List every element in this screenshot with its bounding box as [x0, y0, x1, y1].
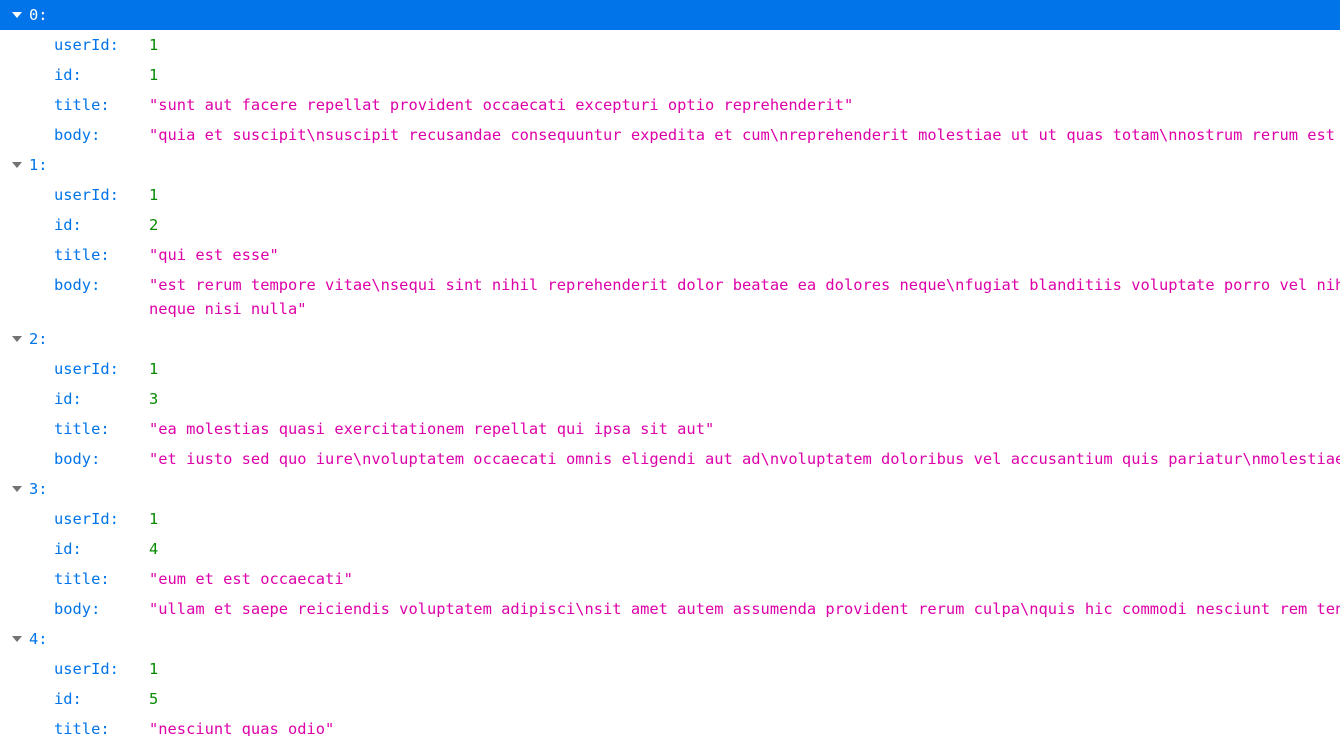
property-row[interactable]: userId: 1	[0, 504, 1340, 534]
property-row[interactable]: userId: 1	[0, 354, 1340, 384]
property-key: userId:	[54, 360, 119, 378]
property-key: userId:	[54, 186, 119, 204]
object-row-1[interactable]: 1:	[0, 150, 1340, 180]
property-row[interactable]: body: "est rerum tempore vitae\nsequi si…	[0, 270, 1340, 324]
property-value: "qui est esse"	[149, 246, 279, 264]
property-value: 1	[149, 66, 159, 84]
property-row[interactable]: id: 4	[0, 534, 1340, 564]
property-key: id:	[54, 690, 82, 708]
property-row[interactable]: title: "ea molestias quasi exercitatione…	[0, 414, 1340, 444]
property-key: userId:	[54, 660, 119, 678]
json-viewer: 0: userId: 1 id: 1 title: "sunt aut face…	[0, 0, 1340, 736]
object-index-label: 3:	[29, 480, 48, 498]
object-index-label: 2:	[29, 330, 48, 348]
object-index-label: 0:	[29, 6, 48, 24]
property-key: title:	[54, 96, 110, 114]
property-key: id:	[54, 390, 82, 408]
property-key: body:	[54, 126, 101, 144]
property-key: body:	[54, 450, 101, 468]
object-index-label: 4:	[29, 630, 48, 648]
object-row-0[interactable]: 0:	[0, 0, 1340, 30]
property-key: body:	[54, 276, 101, 294]
property-value: 4	[149, 540, 159, 558]
property-key: id:	[54, 216, 82, 234]
property-value: "quia et suscipit\nsuscipit recusandae c…	[149, 126, 1340, 144]
property-value: 1	[149, 510, 159, 528]
property-value-line: neque nisi nulla"	[149, 300, 307, 318]
property-value: 1	[149, 36, 159, 54]
object-row-2[interactable]: 2:	[0, 324, 1340, 354]
property-value: "ullam et saepe reiciendis voluptatem ad…	[149, 600, 1340, 618]
property-value: 1	[149, 360, 159, 378]
property-value: "sunt aut facere repellat provident occa…	[149, 96, 854, 114]
expand-toggle-icon[interactable]	[10, 160, 24, 170]
property-row[interactable]: id: 2	[0, 210, 1340, 240]
property-row[interactable]: userId: 1	[0, 30, 1340, 60]
property-key: title:	[54, 420, 110, 438]
property-value-line: "est rerum tempore vitae\nsequi sint nih…	[149, 276, 1340, 294]
property-row[interactable]: title: "sunt aut facere repellat provide…	[0, 90, 1340, 120]
property-value: "ea molestias quasi exercitationem repel…	[149, 420, 715, 438]
expand-toggle-icon[interactable]	[10, 484, 24, 494]
property-key: title:	[54, 720, 110, 736]
object-row-4[interactable]: 4:	[0, 624, 1340, 654]
property-value: 2	[149, 216, 159, 234]
property-row[interactable]: body: "et iusto sed quo iure\nvoluptatem…	[0, 444, 1340, 474]
property-value: 5	[149, 690, 159, 708]
property-key: title:	[54, 570, 110, 588]
object-row-3[interactable]: 3:	[0, 474, 1340, 504]
property-key: title:	[54, 246, 110, 264]
property-value: "et iusto sed quo iure\nvoluptatem occae…	[149, 450, 1340, 468]
property-key: id:	[54, 66, 82, 84]
property-row[interactable]: title: "qui est esse"	[0, 240, 1340, 270]
property-row[interactable]: id: 1	[0, 60, 1340, 90]
property-row[interactable]: userId: 1	[0, 654, 1340, 684]
property-key: userId:	[54, 510, 119, 528]
expand-toggle-icon[interactable]	[10, 634, 24, 644]
property-value-wrapped: "est rerum tempore vitae\nsequi sint nih…	[149, 270, 1340, 324]
expand-toggle-icon[interactable]	[10, 334, 24, 344]
property-value: 1	[149, 186, 159, 204]
property-row[interactable]: id: 5	[0, 684, 1340, 714]
property-row[interactable]: id: 3	[0, 384, 1340, 414]
property-row[interactable]: body: "ullam et saepe reiciendis volupta…	[0, 594, 1340, 624]
property-key: id:	[54, 540, 82, 558]
property-row[interactable]: title: "nesciunt quas odio"	[0, 714, 1340, 736]
expand-toggle-icon[interactable]	[10, 10, 24, 20]
property-key: body:	[54, 600, 101, 618]
property-value: 3	[149, 390, 159, 408]
property-value: 1	[149, 660, 159, 678]
property-value: "eum et est occaecati"	[149, 570, 353, 588]
property-value: "nesciunt quas odio"	[149, 720, 335, 736]
property-row[interactable]: userId: 1	[0, 180, 1340, 210]
property-row[interactable]: body: "quia et suscipit\nsuscipit recusa…	[0, 120, 1340, 150]
property-key: userId:	[54, 36, 119, 54]
object-index-label: 1:	[29, 156, 48, 174]
property-row[interactable]: title: "eum et est occaecati"	[0, 564, 1340, 594]
